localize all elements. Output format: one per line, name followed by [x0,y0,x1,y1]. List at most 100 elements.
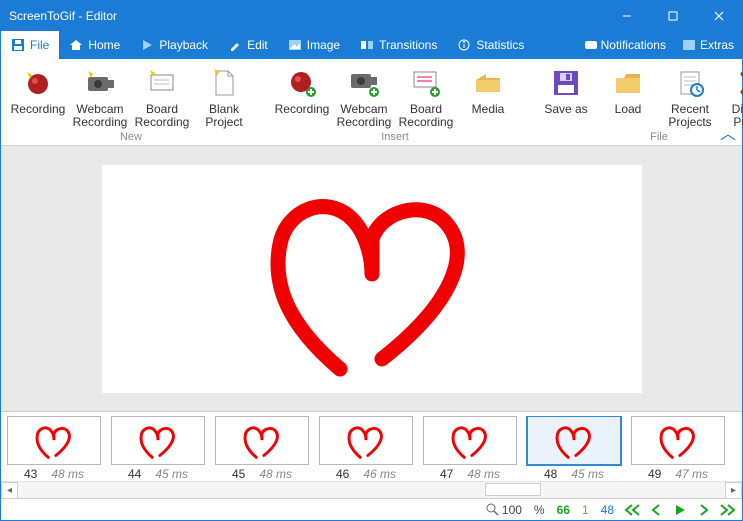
close-button[interactable] [696,1,742,31]
zoom-indicator[interactable]: 100 [482,503,526,517]
frame-thumb[interactable]: 4548 ms [215,416,309,481]
minimize-button[interactable] [604,1,650,31]
load-icon [612,67,644,99]
thumb-duration: 46 ms [363,467,396,481]
recent-projects-button[interactable]: Recent Projects [659,65,721,131]
record-icon [22,67,54,99]
play-icon [140,38,154,52]
frame-thumb[interactable]: 44 45 ms [111,416,205,481]
title-bar: ScreenToGif - Editor [1,1,742,31]
extras-button[interactable]: Extras [674,31,742,59]
nav-first-button[interactable] [622,501,642,519]
scroll-handle[interactable] [485,483,542,496]
frame-thumb[interactable]: 4845 ms [527,416,621,481]
frames-remaining: 66 [553,503,574,517]
timeline-scrollbar[interactable]: ◂ ▸ [1,481,742,498]
board-recording-label: Board Recording [133,103,191,131]
nav-last-button[interactable] [718,501,738,519]
board-recording-button[interactable]: Board Recording [131,65,193,131]
blank-icon [208,67,240,99]
blank-project-button[interactable]: Blank Project [193,65,255,131]
tab-statistics-label: Statistics [476,38,524,52]
thumb-duration: 45 ms [155,467,188,481]
media-icon [472,67,504,99]
tab-playback[interactable]: Playback [130,31,218,59]
window-title: ScreenToGif - Editor [1,9,604,23]
webcam-recording-label: Webcam Recording [71,103,129,131]
frame-timeline: 43 48 ms 44 45 ms 4548 ms4646 ms 47 48 ms 4845 … [1,411,742,498]
ribbon-group-new: Recording Webcam Recording Board Recordi… [5,65,257,143]
nav-prev-button[interactable] [646,501,666,519]
webcam-recording-button[interactable]: Webcam Recording [69,65,131,131]
zoom-icon [486,503,499,516]
thumb-index: 45 [232,467,245,481]
insert-recording-button[interactable]: Recording [271,65,333,131]
tab-statistics[interactable]: Statistics [447,31,534,59]
collapse-ribbon-button[interactable]: ︿ [720,129,736,141]
tab-file[interactable]: File [1,31,59,59]
current-frame-preview[interactable] [102,165,642,393]
insert-media-label: Media [472,103,505,131]
tab-transitions[interactable]: Transitions [350,31,447,59]
discard-icon [736,67,743,99]
insert-media-button[interactable]: Media [457,65,519,131]
insert-board-label: Board Recording [397,103,455,131]
frame-thumb[interactable]: 47 48 ms [423,416,517,481]
thumb-index: 43 [24,467,37,481]
tab-image[interactable]: Image [278,31,350,59]
recent-projects-label: Recent Projects [661,103,719,131]
tab-transitions-label: Transitions [379,38,437,52]
thumb-image [423,416,517,465]
notification-icon [585,41,597,49]
frame-thumb[interactable]: 4646 ms [319,416,413,481]
insert-webcam-button[interactable]: Webcam Recording [333,65,395,131]
discard-project-button[interactable]: Discard Project [721,65,743,131]
thumb-duration: 48 ms [51,467,84,481]
zoom-value: 100 [502,503,522,517]
image-icon [288,38,302,52]
scroll-track[interactable] [18,482,725,499]
group-new-label: New [120,131,142,143]
scroll-left-button[interactable]: ◂ [1,482,18,499]
canvas-area [1,146,742,411]
extras-label: Extras [700,38,734,52]
thumb-index: 49 [648,467,661,481]
insert-board-button[interactable]: Board Recording [395,65,457,131]
notifications-button[interactable]: Notifications [577,31,674,59]
group-insert-label: Insert [381,131,409,143]
extras-icon [682,39,696,51]
heart-drawing [232,174,512,384]
thumb-duration: 45 ms [571,467,604,481]
transitions-icon [360,38,374,52]
tab-home-label: Home [88,38,120,52]
recent-icon [674,67,706,99]
thumb-index: 44 [128,467,141,481]
thumb-image [111,416,205,465]
selection-count: 1 [578,503,593,517]
recording-label: Recording [11,103,66,131]
ribbon: Recording Webcam Recording Board Recordi… [1,59,742,146]
thumb-index: 47 [440,467,453,481]
group-file-label: File [650,131,668,143]
thumb-duration: 48 ms [467,467,500,481]
board-insert-icon [410,67,442,99]
webcam-insert-icon [348,67,380,99]
edit-icon [228,38,242,52]
notifications-label: Notifications [601,38,666,52]
tab-edit[interactable]: Edit [218,31,278,59]
frame-thumb[interactable]: 43 48 ms [7,416,101,481]
scroll-right-button[interactable]: ▸ [725,482,742,499]
tab-home[interactable]: Home [59,31,130,59]
frame-thumb[interactable]: 49 47 ms [631,416,725,481]
nav-play-button[interactable] [670,501,690,519]
home-icon [69,38,83,52]
maximize-button[interactable] [650,1,696,31]
thumb-image [527,416,621,465]
load-button[interactable]: Load [597,65,659,131]
nav-next-button[interactable] [694,501,714,519]
thumb-duration: 47 ms [675,467,708,481]
recording-button[interactable]: Recording [7,65,69,131]
thumb-image [215,416,309,465]
save-icon [11,38,25,52]
save-as-button[interactable]: Save as [535,65,597,131]
